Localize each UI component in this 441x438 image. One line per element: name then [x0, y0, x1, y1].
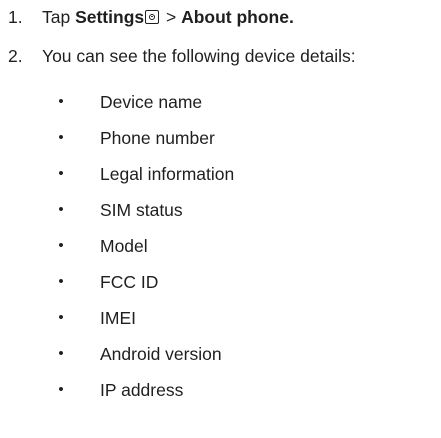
detail-label: IMEI [100, 308, 136, 328]
detail-label: SIM status [100, 200, 183, 220]
bullet: • [58, 129, 64, 146]
detail-label: Device name [100, 92, 203, 112]
bullet: • [58, 309, 64, 326]
settings-label: Settings [75, 7, 145, 27]
bullet: • [58, 165, 64, 182]
detail-label: Android version [100, 344, 222, 364]
step-1-separator: > [161, 7, 182, 27]
detail-label: Legal information [100, 164, 235, 184]
settings-gear-icon [145, 10, 160, 24]
bullet: • [58, 201, 64, 218]
instructions-page: 1. Tap Settings > About phone. 2. You ca… [0, 0, 441, 438]
bullet: • [58, 273, 64, 290]
step-1-number: 1. [8, 7, 23, 27]
detail-label: IP address [100, 380, 184, 400]
detail-label: Model [100, 236, 148, 256]
detail-label: FCC ID [100, 272, 159, 292]
step-1-prefix: Tap [42, 7, 76, 27]
bullet: • [58, 93, 64, 110]
detail-label: Phone number [100, 128, 215, 148]
about-phone-label: About phone. [181, 7, 294, 27]
bullet: • [58, 345, 64, 362]
bullet: • [58, 237, 64, 254]
step-2-number: 2. [8, 46, 23, 66]
step-2-text: You can see the following device details… [42, 46, 356, 66]
step-1-text: Tap Settings > About phone. [42, 6, 294, 28]
bullet: • [58, 381, 64, 398]
